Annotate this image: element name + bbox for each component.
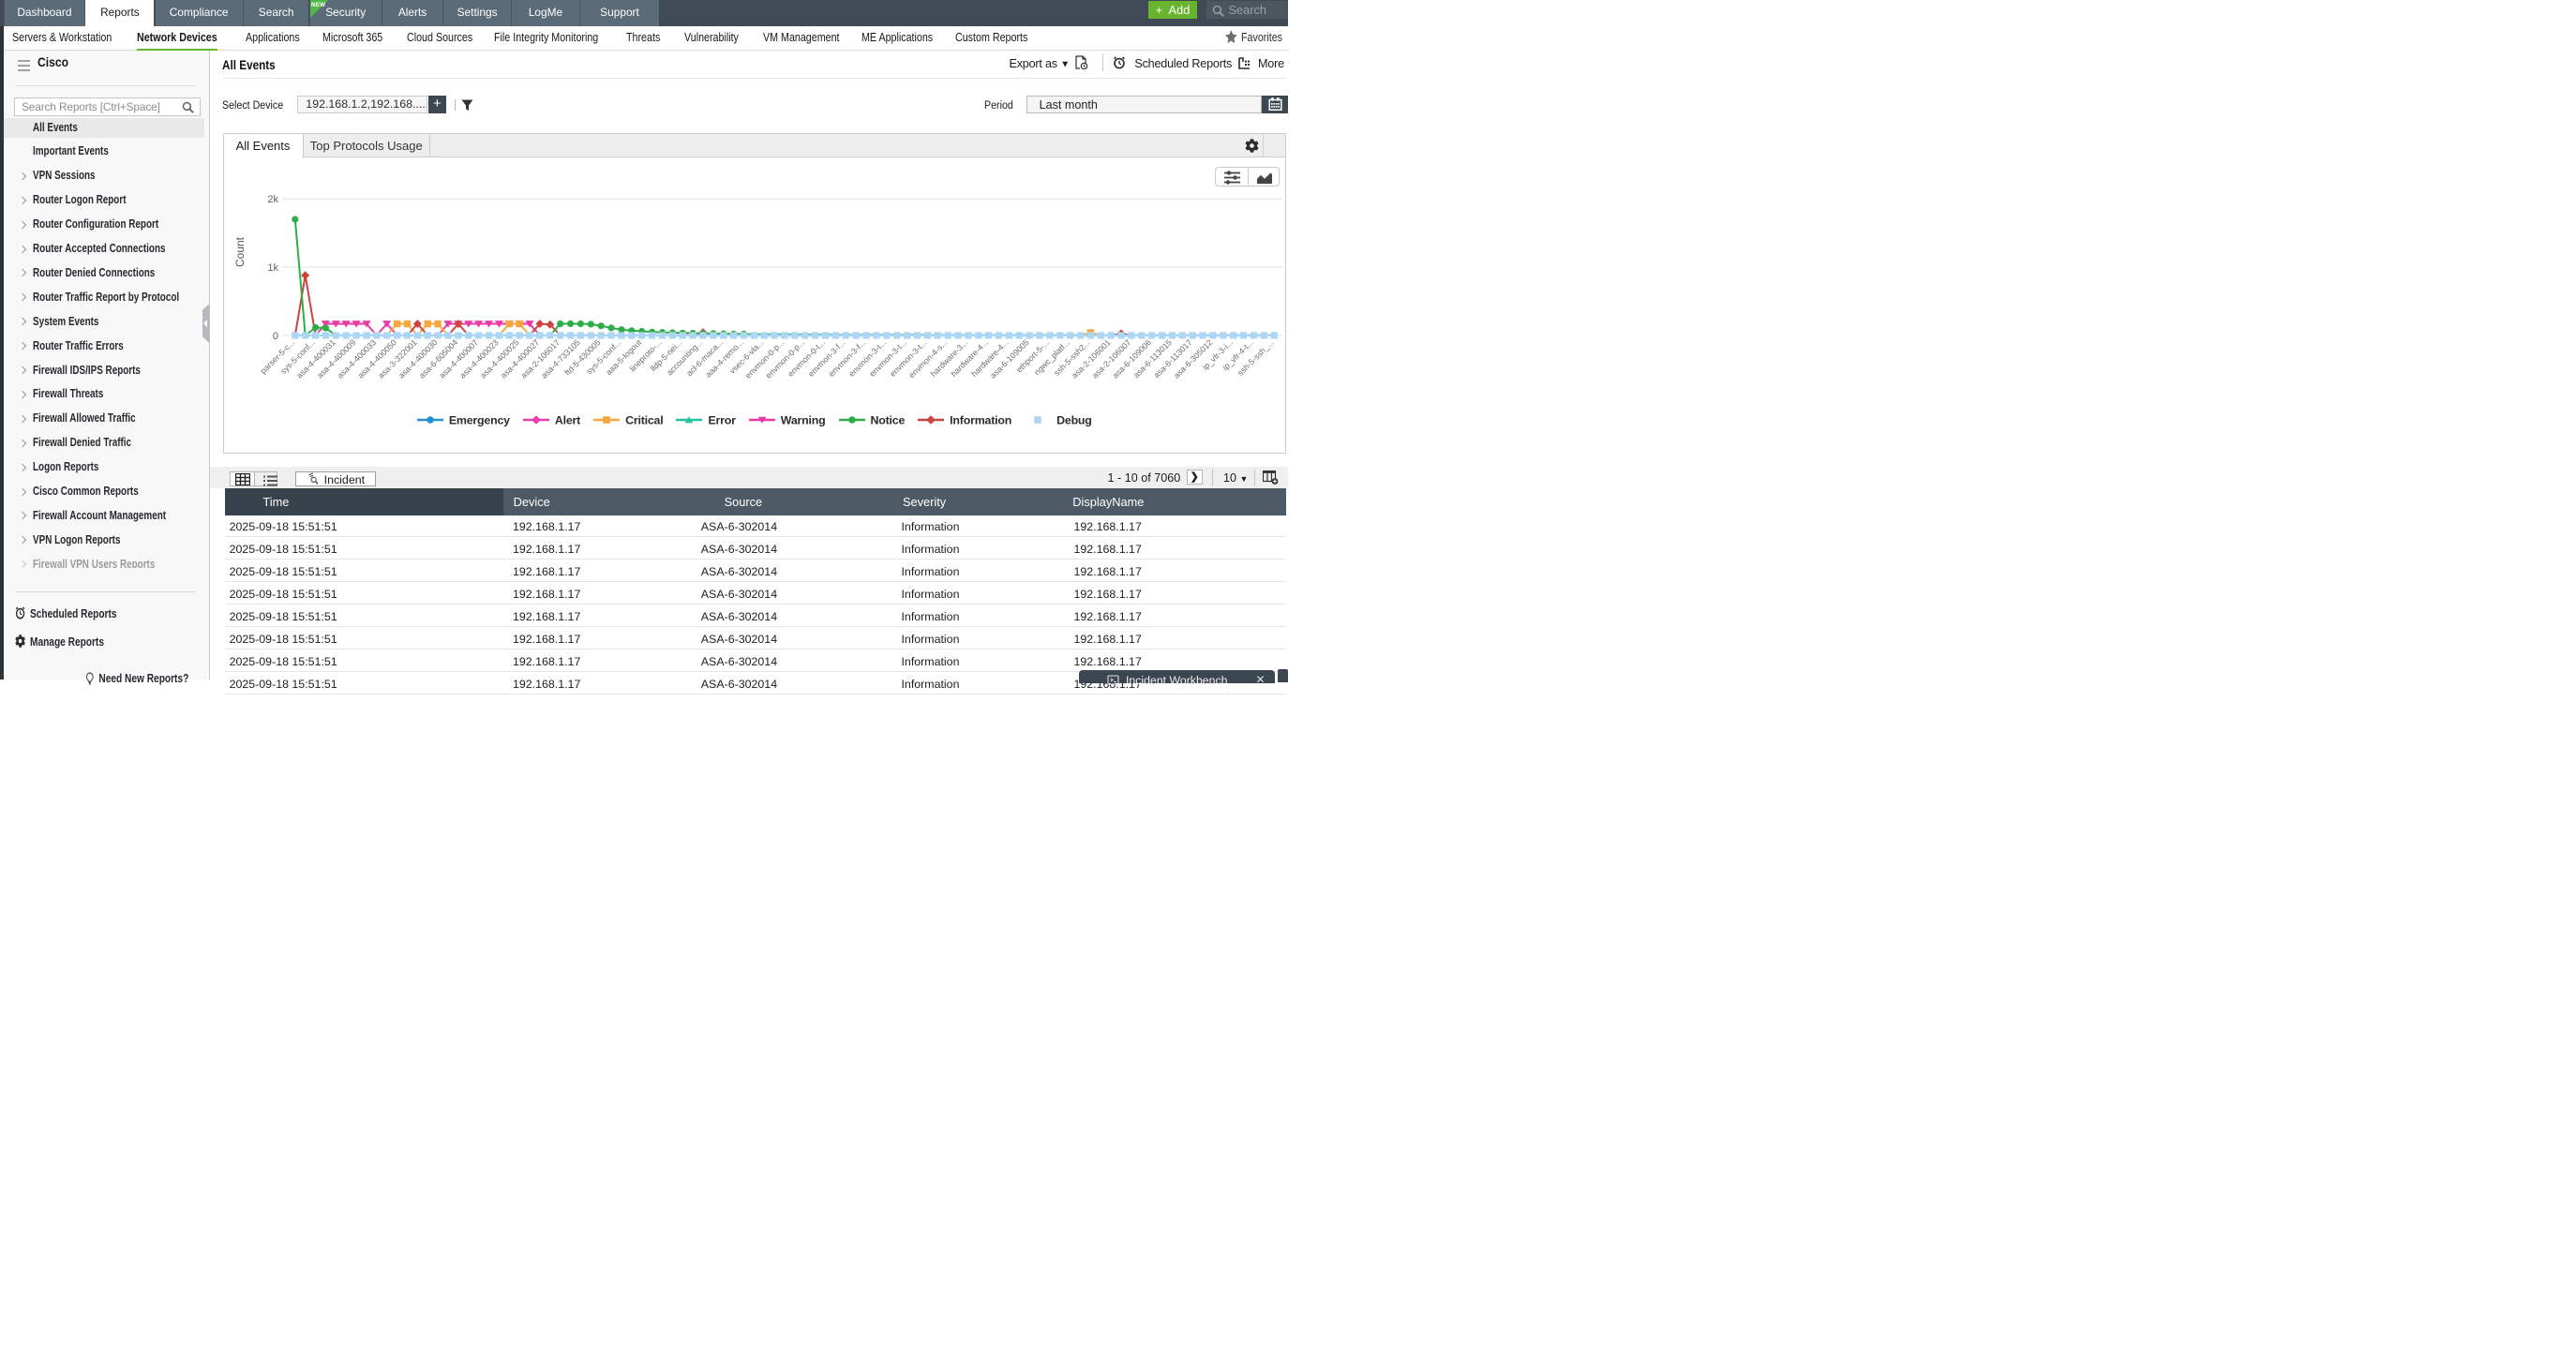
svg-text:Count: Count (233, 236, 247, 267)
svg-text:2k: 2k (267, 194, 278, 205)
svg-text:1k: 1k (267, 262, 278, 274)
svg-text:0: 0 (272, 331, 277, 342)
